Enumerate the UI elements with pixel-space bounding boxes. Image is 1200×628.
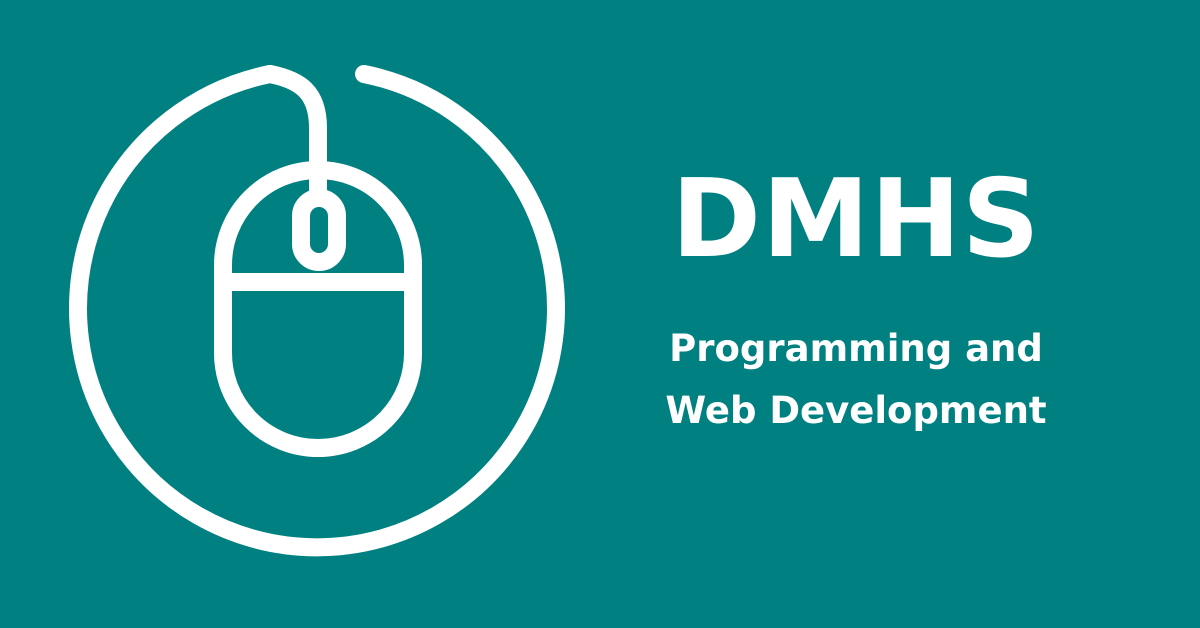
mouse-scroll-wheel <box>292 189 346 271</box>
brand-subtitle: Programming and Web Development <box>596 318 1116 442</box>
brand-title: DMHS <box>671 157 1041 282</box>
brand-subtitle-line-1: Programming and <box>669 327 1043 370</box>
mouse-body <box>214 161 422 457</box>
mouse-logo-icon <box>69 65 565 557</box>
brand-subtitle-line-2: Web Development <box>665 389 1047 432</box>
